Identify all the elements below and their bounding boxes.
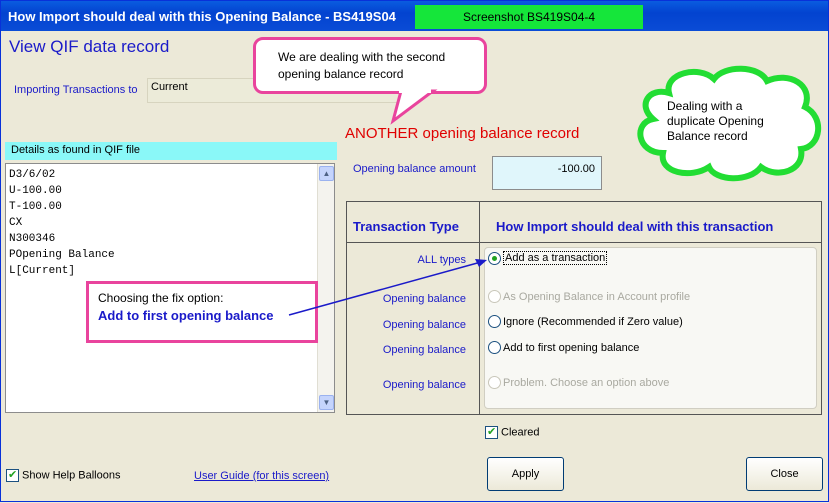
checkbox-checked-icon[interactable] [485, 425, 498, 439]
type-label: Opening balance [382, 293, 466, 305]
show-help-balloons-checkbox[interactable]: Show Help Balloons [6, 468, 120, 482]
qif-line: CX [9, 217, 23, 229]
option-as-opening-balance: As Opening Balance in Account profile [488, 290, 690, 303]
close-button[interactable]: Close [746, 457, 823, 491]
radio-icon [488, 290, 501, 303]
transaction-options-table: Transaction Type How Import should deal … [346, 201, 822, 415]
radio-icon [488, 376, 501, 389]
dialog-window: How Import should deal with this Opening… [0, 0, 829, 502]
cloud-callout-text: Dealing with a duplicate Opening Balance… [667, 99, 787, 144]
cloud-line: Balance record [667, 129, 748, 143]
opening-balance-label: Opening balance amount [353, 163, 476, 175]
radio-selected-icon[interactable] [488, 251, 501, 265]
another-opening-balance-note: ANOTHER opening balance record [345, 125, 580, 142]
title-bar: How Import should deal with this Opening… [1, 1, 828, 31]
window-title: How Import should deal with this Opening… [8, 9, 396, 24]
qif-line: D3/6/02 [9, 169, 56, 181]
user-guide-link[interactable]: User Guide (for this screen) [194, 470, 329, 482]
callout-second-opening-balance: We are dealing with the second opening b… [253, 37, 487, 94]
option-problem: Problem. Choose an option above [488, 376, 669, 389]
callout-fix-intro: Choosing the fix option: [98, 291, 224, 305]
callout-fix-option: Choosing the fix option: Add to first op… [86, 281, 318, 343]
cleared-checkbox[interactable]: Cleared [485, 425, 540, 439]
scroll-up-icon[interactable]: ▲ [319, 166, 334, 181]
details-header: Details as found in QIF file [5, 142, 337, 160]
option-add-as-transaction[interactable]: Add as a transaction [488, 251, 608, 265]
cloud-line: Dealing with a [667, 99, 743, 113]
cloud-line: duplicate Opening [667, 114, 764, 128]
screenshot-badge: Screenshot BS419S04-4 [415, 5, 643, 29]
page-title: View QIF data record [9, 37, 170, 56]
importing-label: Importing Transactions to [14, 84, 138, 96]
qif-line: T-100.00 [9, 201, 62, 213]
apply-button[interactable]: Apply [487, 457, 564, 491]
type-label: ALL types [417, 254, 466, 266]
opening-balance-amount-field: -100.00 [492, 156, 602, 190]
qif-line: L[Current] [9, 265, 76, 277]
column-header-transaction-type: Transaction Type [353, 219, 459, 234]
option-ignore[interactable]: Ignore (Recommended if Zero value) [488, 315, 683, 328]
type-label: Opening balance [382, 319, 466, 331]
qif-line: N300346 [9, 233, 56, 245]
radio-icon[interactable] [488, 341, 501, 354]
checkbox-checked-icon[interactable] [6, 468, 19, 482]
type-label: Opening balance [382, 379, 466, 391]
callout-line: We are dealing with the second [278, 50, 446, 64]
scroll-down-icon[interactable]: ▼ [319, 395, 334, 410]
type-label: Opening balance [382, 344, 466, 356]
callout-fix-option-text: Add to first opening balance [98, 308, 274, 323]
qif-line: POpening Balance [9, 249, 115, 261]
scrollbar[interactable]: ▲ ▼ [317, 164, 334, 412]
option-add-to-first-opening-balance[interactable]: Add to first opening balance [488, 341, 639, 354]
qif-line: U-100.00 [9, 185, 62, 197]
callout-line: opening balance record [278, 67, 404, 81]
column-header-how-to-deal: How Import should deal with this transac… [496, 219, 774, 234]
radio-icon[interactable] [488, 315, 501, 328]
